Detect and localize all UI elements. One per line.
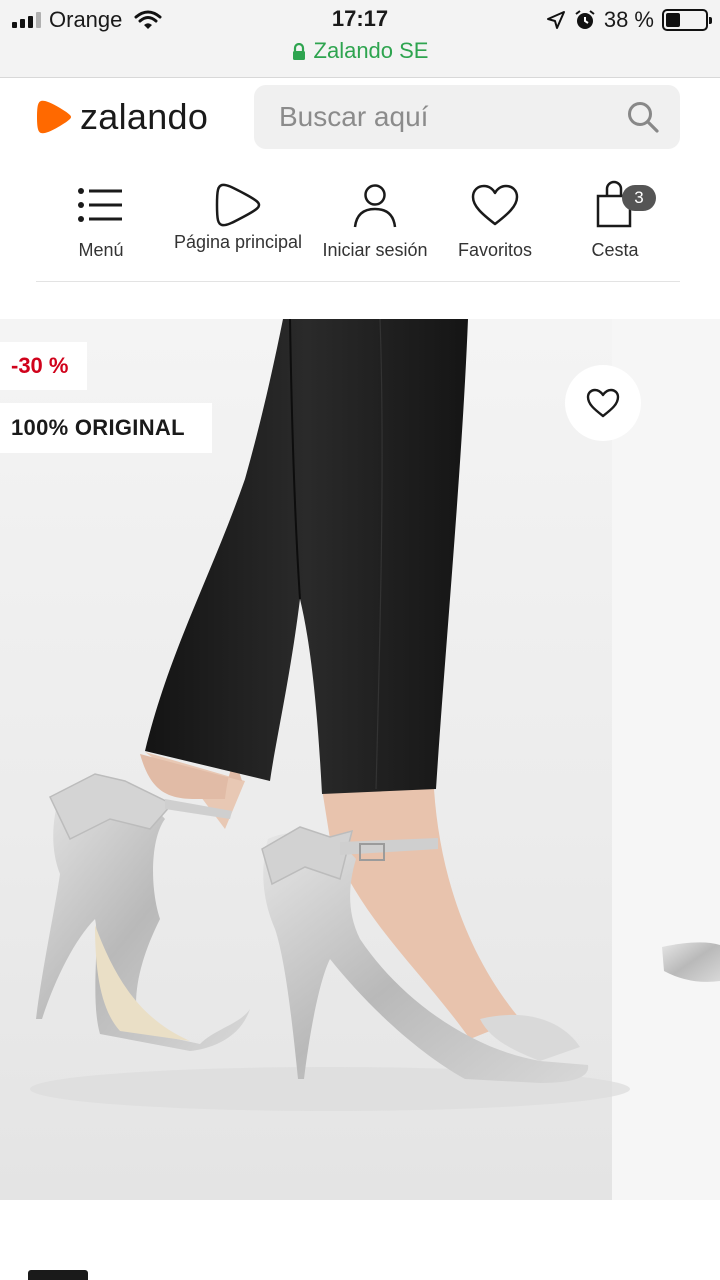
nav-cart-label: Cesta — [591, 240, 639, 260]
product-image[interactable]: -30 % 100% ORIGINAL — [0, 319, 720, 1200]
nav-menu[interactable]: Menú — [36, 170, 166, 282]
nav-cart[interactable]: 3 Cesta — [550, 170, 680, 282]
main-nav: Menú Página principal Iniciar sesión Fav… — [36, 170, 680, 282]
search-input[interactable]: Buscar aquí — [279, 101, 428, 133]
heart-icon — [586, 388, 620, 418]
url-bar[interactable]: Zalando SE — [0, 38, 720, 64]
nav-home-label: Página principal — [173, 232, 303, 252]
site-name: Zalando SE — [313, 38, 429, 63]
next-section-heading — [28, 1270, 88, 1280]
nav-home[interactable]: Página principal — [173, 170, 303, 282]
search-icon[interactable] — [626, 100, 660, 134]
nav-login[interactable]: Iniciar sesión — [310, 170, 440, 282]
cart-count-badge: 3 — [622, 185, 656, 211]
status-icons: 38 % — [546, 6, 712, 34]
nav-menu-label: Menú — [78, 240, 124, 260]
menu-icon — [78, 188, 122, 222]
battery-percent: 38 % — [603, 7, 654, 32]
user-icon — [353, 184, 397, 228]
home-icon — [215, 183, 261, 227]
battery-icon — [662, 9, 712, 31]
heart-icon — [471, 184, 519, 226]
search-bar[interactable]: Buscar aquí — [254, 85, 680, 149]
lock-icon — [292, 43, 305, 60]
original-badge: 100% ORIGINAL — [0, 403, 212, 453]
zalando-logo[interactable]: zalando — [36, 94, 208, 140]
nav-favorites[interactable]: Favoritos — [430, 170, 560, 282]
nav-favorites-label: Favoritos — [457, 240, 533, 260]
alarm-icon — [575, 10, 595, 29]
logo-text: zalando — [80, 96, 209, 137]
nav-login-label: Iniciar sesión — [322, 240, 428, 260]
location-arrow-icon — [546, 11, 565, 29]
add-to-wishlist-button[interactable] — [565, 365, 641, 441]
discount-tag: -30 % — [0, 342, 87, 390]
zalando-logo-icon — [37, 100, 71, 134]
status-bar: Orange 17:17 38 % Zalando SE — [0, 0, 720, 78]
